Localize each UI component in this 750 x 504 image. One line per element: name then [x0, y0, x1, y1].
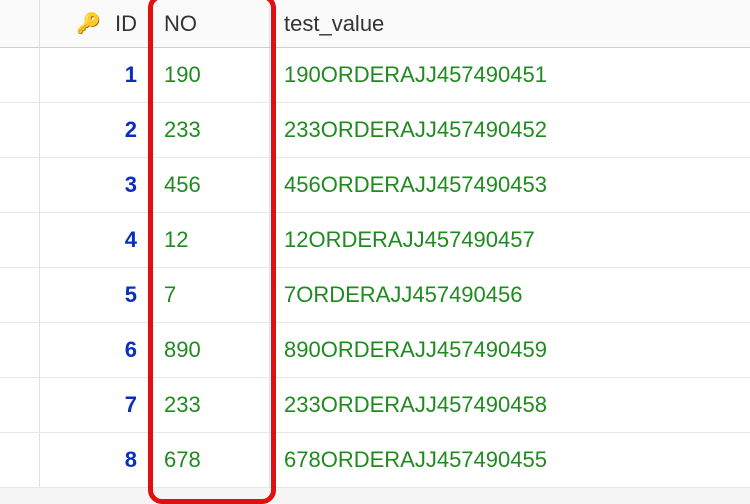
cell-test-value-value: 12ORDERAJJ457490457: [284, 227, 535, 253]
cell-test-value-value: 190ORDERAJJ457490451: [284, 62, 547, 88]
cell-no-value: 678: [164, 447, 201, 473]
row-gutter: [0, 0, 40, 47]
cell-test-value[interactable]: 233ORDERAJJ457490458: [270, 378, 750, 432]
table-row[interactable]: 3 456 456ORDERAJJ457490453: [0, 158, 750, 213]
cell-test-value[interactable]: 890ORDERAJJ457490459: [270, 323, 750, 377]
cell-id-value: 1: [125, 62, 137, 88]
cell-no-value: 456: [164, 172, 201, 198]
cell-test-value[interactable]: 233ORDERAJJ457490452: [270, 103, 750, 157]
cell-test-value-value: 233ORDERAJJ457490452: [284, 117, 547, 143]
cell-no[interactable]: 7: [150, 268, 270, 322]
cell-id[interactable]: 4: [40, 213, 150, 267]
column-header-no-label: NO: [164, 11, 197, 37]
cell-test-value[interactable]: 12ORDERAJJ457490457: [270, 213, 750, 267]
cell-test-value-value: 233ORDERAJJ457490458: [284, 392, 547, 418]
cell-test-value[interactable]: 7ORDERAJJ457490456: [270, 268, 750, 322]
table-row[interactable]: 8 678 678ORDERAJJ457490455: [0, 433, 750, 488]
row-gutter: [0, 323, 40, 377]
cell-test-value[interactable]: 678ORDERAJJ457490455: [270, 433, 750, 487]
cell-no-value: 190: [164, 62, 201, 88]
data-grid[interactable]: 🔑 ID NO test_value 1 190 190ORDERAJJ4574…: [0, 0, 750, 488]
cell-id-value: 3: [125, 172, 137, 198]
cell-test-value-value: 456ORDERAJJ457490453: [284, 172, 547, 198]
cell-id[interactable]: 2: [40, 103, 150, 157]
column-header-test-value-label: test_value: [284, 11, 384, 37]
cell-no-value: 7: [164, 282, 176, 308]
table-row[interactable]: 2 233 233ORDERAJJ457490452: [0, 103, 750, 158]
row-gutter: [0, 158, 40, 212]
table-row[interactable]: 1 190 190ORDERAJJ457490451: [0, 48, 750, 103]
cell-no[interactable]: 456: [150, 158, 270, 212]
table-row[interactable]: 4 12 12ORDERAJJ457490457: [0, 213, 750, 268]
row-gutter: [0, 433, 40, 487]
row-gutter: [0, 378, 40, 432]
cell-id[interactable]: 8: [40, 433, 150, 487]
cell-id-value: 5: [125, 282, 137, 308]
cell-test-value-value: 678ORDERAJJ457490455: [284, 447, 547, 473]
column-header-no[interactable]: NO: [150, 0, 270, 47]
cell-no-value: 233: [164, 392, 201, 418]
table-row[interactable]: 6 890 890ORDERAJJ457490459: [0, 323, 750, 378]
cell-id[interactable]: 1: [40, 48, 150, 102]
cell-no[interactable]: 12: [150, 213, 270, 267]
cell-no-value: 233: [164, 117, 201, 143]
cell-no[interactable]: 233: [150, 103, 270, 157]
row-gutter: [0, 103, 40, 157]
primary-key-icon: 🔑: [76, 11, 101, 36]
cell-no[interactable]: 678: [150, 433, 270, 487]
cell-id-value: 8: [125, 447, 137, 473]
cell-no-value: 890: [164, 337, 201, 363]
table-row[interactable]: 5 7 7ORDERAJJ457490456: [0, 268, 750, 323]
row-gutter: [0, 213, 40, 267]
cell-id[interactable]: 3: [40, 158, 150, 212]
cell-no[interactable]: 233: [150, 378, 270, 432]
row-gutter: [0, 268, 40, 322]
column-header-id[interactable]: 🔑 ID: [40, 0, 150, 47]
column-header-id-label: ID: [115, 11, 137, 37]
cell-no-value: 12: [164, 227, 188, 253]
table-row[interactable]: 7 233 233ORDERAJJ457490458: [0, 378, 750, 433]
cell-id-value: 7: [125, 392, 137, 418]
cell-test-value[interactable]: 456ORDERAJJ457490453: [270, 158, 750, 212]
row-gutter: [0, 48, 40, 102]
cell-id[interactable]: 5: [40, 268, 150, 322]
cell-test-value[interactable]: 190ORDERAJJ457490451: [270, 48, 750, 102]
cell-test-value-value: 7ORDERAJJ457490456: [284, 282, 522, 308]
cell-no[interactable]: 890: [150, 323, 270, 377]
cell-id[interactable]: 6: [40, 323, 150, 377]
cell-id[interactable]: 7: [40, 378, 150, 432]
cell-no[interactable]: 190: [150, 48, 270, 102]
cell-test-value-value: 890ORDERAJJ457490459: [284, 337, 547, 363]
cell-id-value: 6: [125, 337, 137, 363]
column-header-test-value[interactable]: test_value: [270, 0, 750, 47]
cell-id-value: 2: [125, 117, 137, 143]
cell-id-value: 4: [125, 227, 137, 253]
table-header-row: 🔑 ID NO test_value: [0, 0, 750, 48]
